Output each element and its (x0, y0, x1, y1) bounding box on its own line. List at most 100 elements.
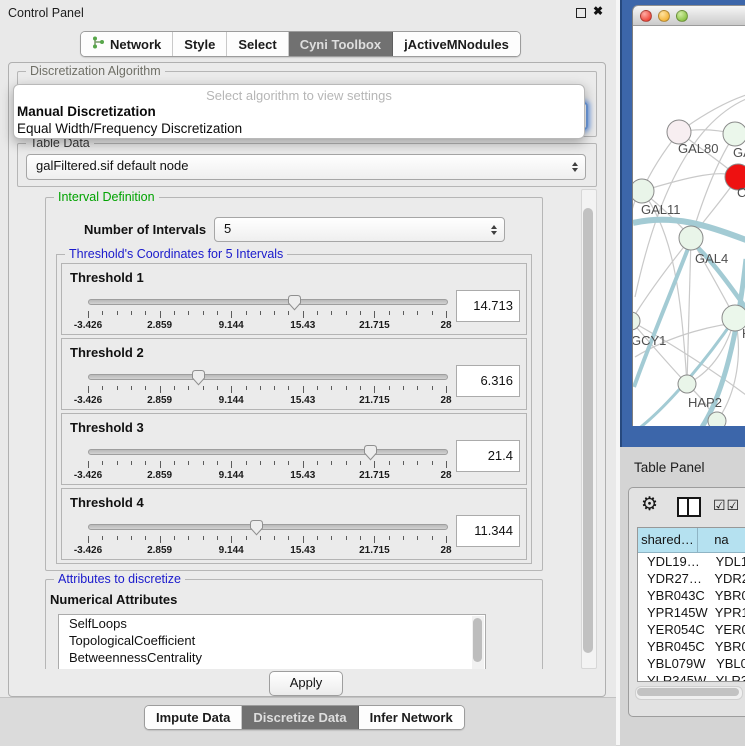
tab-cyni-toolbox[interactable]: Cyni Toolbox (289, 32, 393, 56)
threshold-slider[interactable]: -3.4262.8599.14415.4321.71528 (88, 444, 446, 482)
network-view-window: GAL80GACGAL11GAL4GCY1HHAP2 (632, 5, 745, 426)
table-header-cell[interactable]: na (698, 528, 745, 552)
zoom-traffic-light-icon[interactable] (676, 10, 688, 22)
network-node[interactable] (679, 226, 703, 250)
scrollbar-thumb[interactable] (583, 208, 593, 653)
slider-tick (174, 461, 175, 465)
threshold-value-field[interactable]: 14.713 (456, 290, 520, 322)
apply-button[interactable]: Apply (269, 671, 343, 696)
table-cell[interactable]: YPR145W (638, 604, 708, 621)
attribute-item[interactable]: TopologicalCoefficient (59, 632, 485, 649)
slider-tick (360, 311, 361, 315)
network-canvas[interactable]: GAL80GACGAL11GAL4GCY1HHAP2 (633, 26, 745, 426)
attributes-group: Attributes to discretize Numerical Attri… (45, 579, 543, 669)
table-cell[interactable]: YER054C (638, 621, 708, 638)
table-header-cell[interactable]: shared… (638, 528, 698, 552)
node-table: shared…na YDL19…YDL1YDR27…YDR2YBR043CYBR… (637, 527, 745, 682)
network-node[interactable] (633, 179, 654, 203)
slider-tick (288, 536, 289, 540)
algorithm-option-equal-width-frequency-discretization[interactable]: Equal Width/Frequency Discretization (14, 120, 584, 137)
table-cell[interactable]: YLR3 (709, 672, 745, 682)
slider-thumb[interactable] (363, 444, 378, 461)
tab-infer-network[interactable]: Infer Network (359, 706, 464, 729)
slider-thumb[interactable] (287, 294, 302, 311)
close-icon[interactable]: ✖ (593, 4, 603, 18)
slider-track[interactable] (88, 449, 448, 455)
attribute-item[interactable]: SelfLoops (59, 615, 485, 632)
close-traffic-light-icon[interactable] (640, 10, 652, 22)
tab-label: Select (238, 37, 276, 52)
table-row[interactable]: YBL079WYBL0 (638, 655, 745, 672)
tab-label: jActiveMNodules (404, 37, 509, 52)
table-cell[interactable]: YER0 (708, 621, 745, 638)
network-node[interactable] (723, 122, 745, 146)
table-cell[interactable]: YBR0 (708, 638, 745, 655)
table-cell[interactable]: YPR1 (708, 604, 745, 621)
table-row[interactable]: YBR045CYBR0 (638, 638, 745, 655)
tab-style[interactable]: Style (173, 32, 227, 56)
slider-track[interactable] (88, 299, 448, 305)
minimize-traffic-light-icon[interactable] (658, 10, 670, 22)
table-cell[interactable]: YDL19… (638, 553, 709, 570)
slider-tick (360, 536, 361, 540)
slider-thumb[interactable] (249, 519, 264, 536)
tab-network[interactable]: Network (81, 32, 173, 56)
combo-stepper-icon (572, 162, 578, 172)
slider-thumb[interactable] (191, 369, 206, 386)
table-data-combo[interactable]: galFiltered.sif default node (26, 154, 586, 180)
gear-icon[interactable]: ⚙ (641, 493, 658, 516)
table-row[interactable]: YPR145WYPR1 (638, 604, 745, 621)
tab-jactivemnodules[interactable]: jActiveMNodules (393, 32, 520, 56)
slider-tick (403, 536, 404, 540)
scrollbar-thumb[interactable] (473, 618, 482, 662)
table-cell[interactable]: YBL0 (709, 655, 745, 672)
slider-tick (102, 386, 103, 390)
slider-track[interactable] (88, 374, 448, 380)
threshold-label: Threshold 3 (70, 420, 144, 435)
tab-impute-data[interactable]: Impute Data (145, 706, 242, 729)
table-row[interactable]: YDR27…YDR2 (638, 570, 745, 587)
table-row[interactable]: YER054CYER0 (638, 621, 745, 638)
threshold-slider[interactable]: -3.4262.8599.14415.4321.71528 (88, 294, 446, 332)
table-row[interactable]: YBR043CYBR0 (638, 587, 745, 604)
scrollbar-thumb[interactable] (637, 688, 739, 696)
algorithm-option-manual-discretization[interactable]: Manual Discretization (14, 103, 584, 120)
table-row[interactable]: YDL19…YDL1 (638, 553, 745, 570)
tab-discretize-data[interactable]: Discretize Data (242, 706, 358, 729)
slider-tick-label: 21.715 (359, 395, 390, 406)
attribute-item[interactable]: BetweennessCentrality (59, 649, 485, 666)
table-cell[interactable]: YLR345W (638, 672, 709, 682)
slider-tick (374, 461, 375, 468)
table-cell[interactable]: YBL079W (638, 655, 709, 672)
checkbox-columns-icon[interactable]: ☑☑ (713, 497, 740, 514)
table-cell[interactable]: YBR045C (638, 638, 708, 655)
table-cell[interactable]: YBR0 (708, 587, 745, 604)
table-cell[interactable]: YDR27… (638, 570, 707, 587)
table-row[interactable]: YLR345WYLR3 (638, 672, 745, 682)
slider-tick (160, 536, 161, 543)
attributes-scrollbar[interactable] (472, 616, 484, 669)
slider-tick-label: 21.715 (359, 320, 390, 331)
float-window-icon[interactable] (576, 8, 586, 18)
table-cell[interactable]: YBR043C (638, 587, 708, 604)
threshold-slider[interactable]: -3.4262.8599.14415.4321.71528 (88, 369, 446, 407)
threshold-value-field[interactable]: 21.4 (456, 440, 520, 472)
slider-tick (389, 461, 390, 465)
threshold-value-field[interactable]: 11.344 (456, 515, 520, 547)
network-node[interactable] (678, 375, 696, 393)
slider-tick (231, 311, 232, 318)
slider-tick (403, 311, 404, 315)
panel-vertical-scrollbar[interactable] (581, 189, 597, 669)
node-label: GA (733, 145, 745, 160)
threshold-slider[interactable]: -3.4262.8599.14415.4321.71528 (88, 519, 446, 557)
slider-track[interactable] (88, 524, 448, 530)
table-cell[interactable]: YDL1 (709, 553, 745, 570)
table-horizontal-scrollbar[interactable] (635, 686, 743, 700)
number-of-intervals-combo[interactable]: 5 (214, 217, 505, 242)
network-node[interactable] (708, 412, 726, 426)
table-cell[interactable]: YDR2 (707, 570, 745, 587)
tab-select[interactable]: Select (227, 32, 288, 56)
numerical-attributes-list[interactable]: SelfLoopsTopologicalCoefficientBetweenne… (58, 614, 486, 669)
split-columns-icon[interactable] (677, 497, 701, 517)
threshold-value-field[interactable]: 6.316 (456, 365, 520, 397)
